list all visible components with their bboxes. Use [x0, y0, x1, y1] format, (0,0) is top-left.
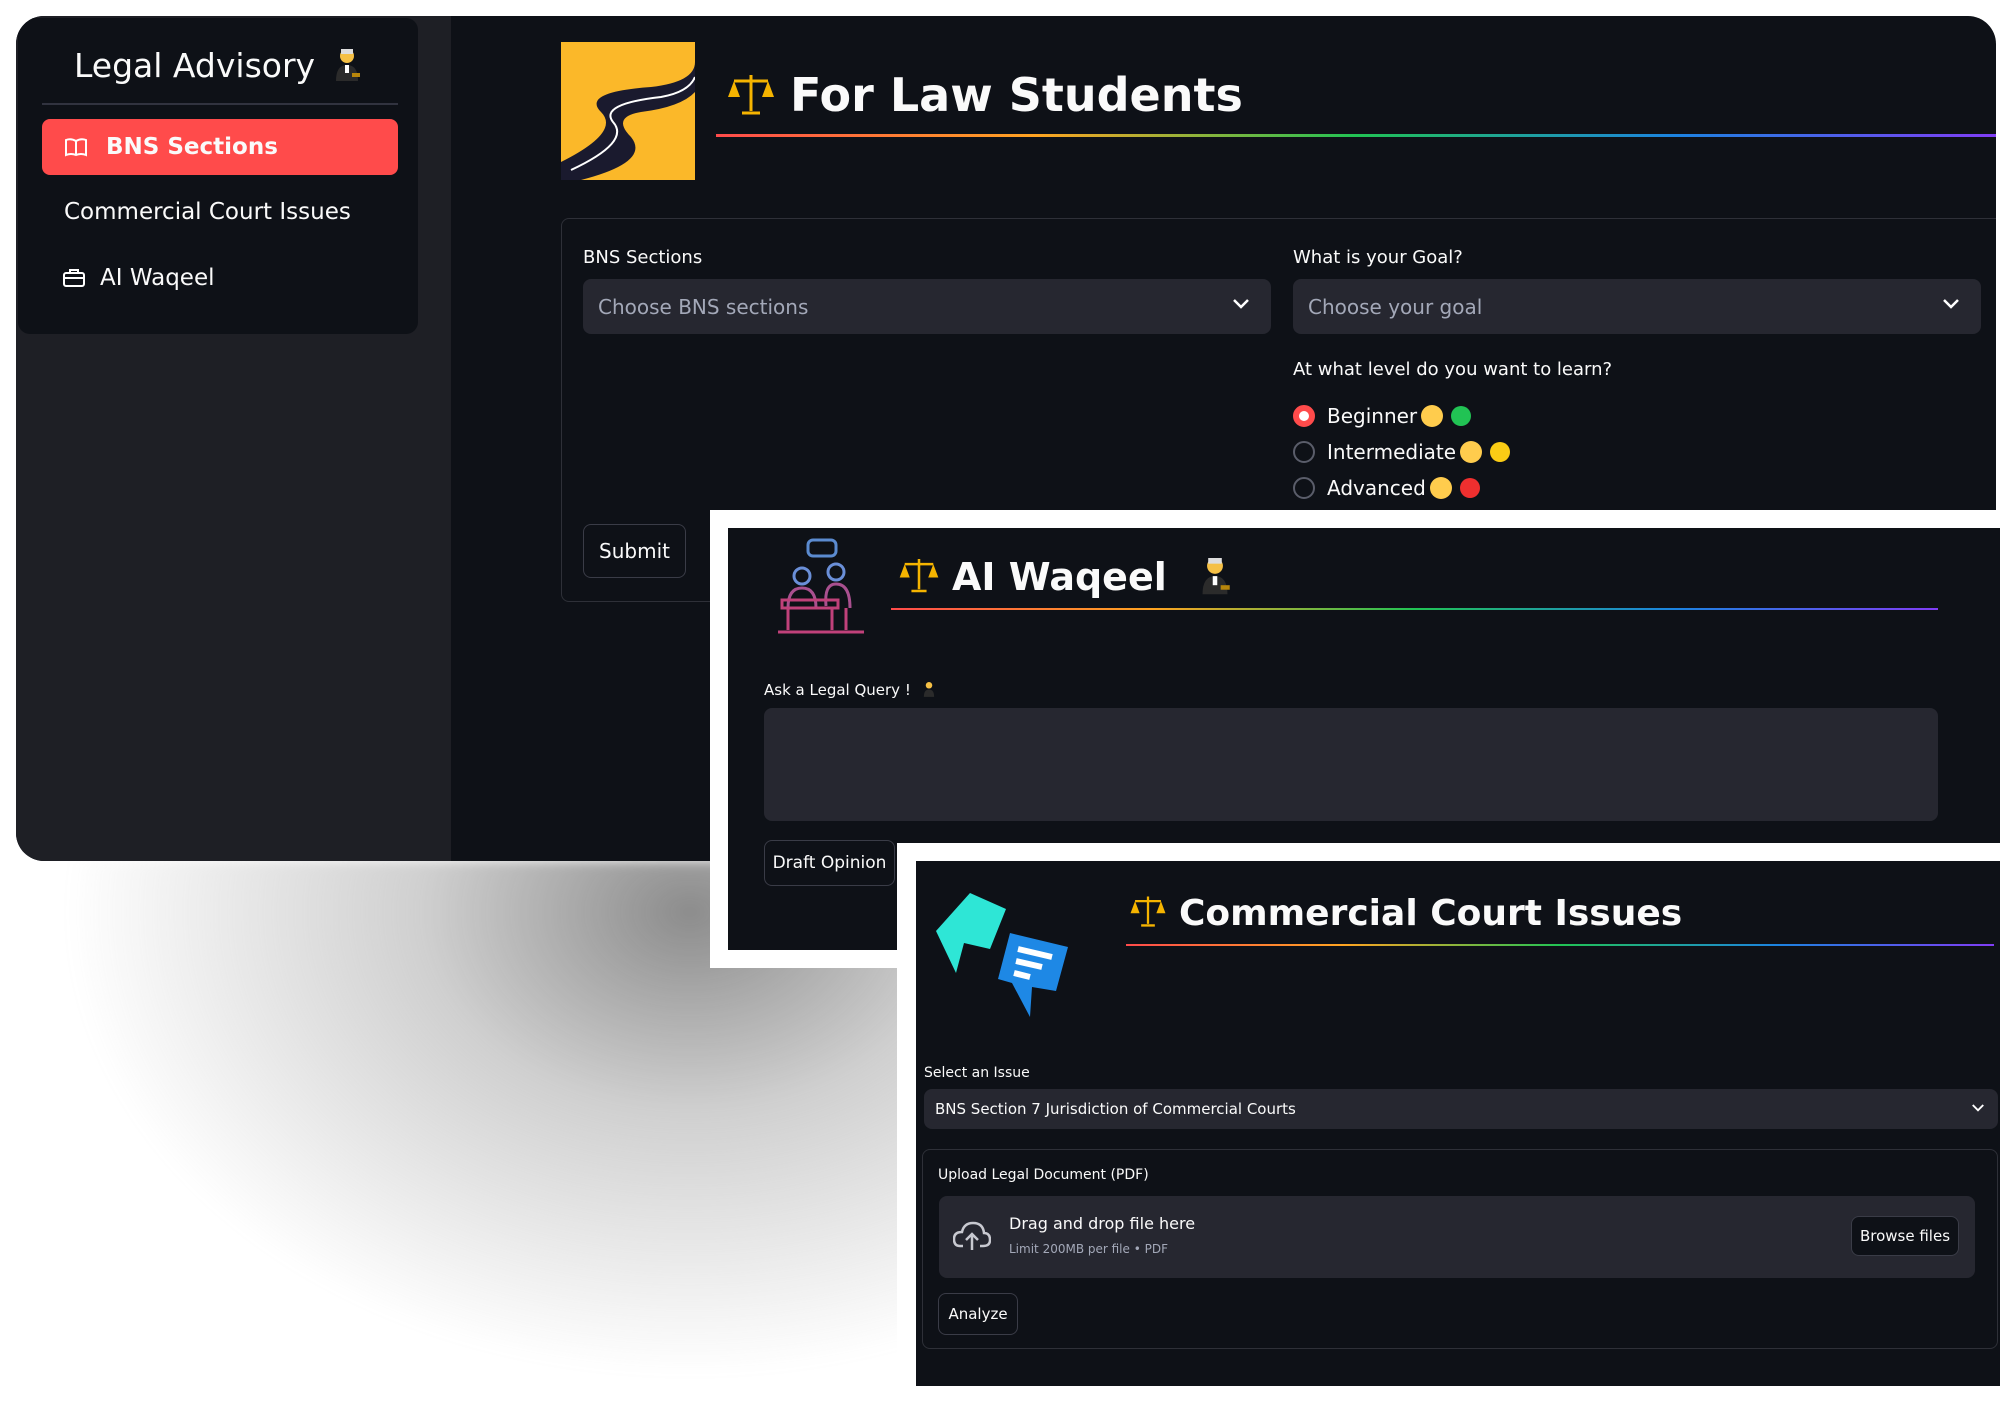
sidebar-item-label: AI Waqeel [100, 265, 215, 291]
ai-waqeel-title-text: AI Waqeel [952, 555, 1167, 599]
level-option-advanced[interactable]: Advanced [1293, 476, 1480, 500]
drop-hint: Limit 200MB per file • PDF [1009, 1242, 1168, 1256]
title-divider [1126, 944, 1994, 946]
sunglasses-face-icon [1429, 477, 1452, 499]
judge-icon [923, 682, 934, 697]
title-divider [716, 134, 1996, 137]
judge-icon [335, 49, 360, 81]
chevron-down-icon [1233, 299, 1249, 309]
title-divider [891, 608, 1938, 610]
issue-label: Select an Issue [924, 1065, 1030, 1081]
red-circle-icon [1459, 478, 1480, 498]
commercial-court-window: Commercial Court Issues Select an Issue … [916, 861, 2000, 1386]
goal-select[interactable]: Choose your goal [1293, 279, 1981, 334]
cloud-upload-icon [953, 1221, 991, 1250]
file-dropzone[interactable]: Drag and drop file here Limit 200MB per … [939, 1196, 1975, 1278]
query-label: Ask a Legal Query ! [764, 680, 936, 699]
book-icon [65, 138, 87, 157]
yellow-circle-icon [1490, 442, 1511, 462]
scales-icon [1130, 896, 1166, 927]
grinning-face-icon [1421, 405, 1444, 427]
page-title-text: For Law Students [790, 68, 1243, 122]
chat-bubbles-icon [936, 893, 1068, 1017]
sidebar-item-label: BNS Sections [106, 134, 278, 160]
goal-label: What is your Goal? [1293, 247, 1463, 268]
level-option-beginner[interactable]: Beginner [1293, 404, 1472, 428]
goal-placeholder: Choose your goal [1308, 294, 1483, 319]
ai-waqeel-title: AI Waqeel [898, 554, 1232, 599]
submit-button[interactable]: Submit [583, 524, 686, 578]
commercial-title-text: Commercial Court Issues [1179, 893, 1683, 934]
sidebar-brand: Legal Advisory [74, 46, 362, 85]
green-circle-icon [1451, 406, 1472, 426]
level-label: At what level do you want to learn? [1293, 359, 1613, 380]
analyze-button[interactable]: Analyze [938, 1293, 1018, 1335]
page-title: For Law Students [726, 68, 1243, 122]
upload-label: Upload Legal Document (PDF) [938, 1167, 1149, 1183]
commercial-title: Commercial Court Issues [1129, 893, 1682, 934]
briefcase-icon [63, 269, 85, 287]
browse-files-button[interactable]: Browse files [1851, 1216, 1959, 1256]
query-label-text: Ask a Legal Query ! [764, 681, 911, 699]
radio-selected[interactable] [1293, 405, 1315, 427]
drop-text: Drag and drop file here [1009, 1214, 1196, 1233]
scales-icon [899, 559, 939, 593]
scales-icon [728, 75, 774, 115]
draft-opinion-button[interactable]: Draft Opinion [764, 840, 895, 886]
bns-select[interactable]: Choose BNS sections [583, 279, 1271, 334]
sidebar-item-label: Commercial Court Issues [64, 199, 351, 225]
sidebar-divider [42, 103, 398, 105]
lawyer-consult-icon [778, 538, 864, 634]
bns-label: BNS Sections [583, 247, 703, 268]
sidebar-item-bns-sections[interactable]: BNS Sections [42, 119, 398, 175]
sidebar-item-ai-waqeel[interactable]: AI Waqeel [42, 250, 398, 306]
chevron-down-icon [1972, 1104, 1984, 1112]
issue-select[interactable]: BNS Section 7 Jurisdiction of Commercial… [924, 1089, 1998, 1129]
level-option-intermediate[interactable]: Intermediate [1293, 440, 1511, 464]
judge-icon [1202, 558, 1230, 595]
level-label-text: Advanced [1327, 476, 1426, 500]
legal-query-input[interactable] [764, 708, 1938, 821]
upload-form: Upload Legal Document (PDF) Drag and dro… [922, 1149, 1998, 1349]
issue-selected-value: BNS Section 7 Jurisdiction of Commercial… [935, 1100, 1296, 1118]
radio-unselected[interactable] [1293, 477, 1315, 499]
road-icon [561, 62, 695, 180]
sidebar-item-commercial-court-issues[interactable]: Commercial Court Issues [42, 184, 398, 240]
road-logo [561, 42, 695, 180]
bns-placeholder: Choose BNS sections [598, 294, 809, 319]
level-label-text: Intermediate [1327, 440, 1457, 464]
chevron-down-icon [1943, 299, 1959, 309]
brand-title: Legal Advisory [74, 46, 316, 85]
sidebar-nav: Legal Advisory BNS Sections Commercial C… [18, 18, 418, 334]
radio-unselected[interactable] [1293, 441, 1315, 463]
smiling-face-icon [1460, 441, 1483, 463]
level-label-text: Beginner [1327, 404, 1418, 428]
